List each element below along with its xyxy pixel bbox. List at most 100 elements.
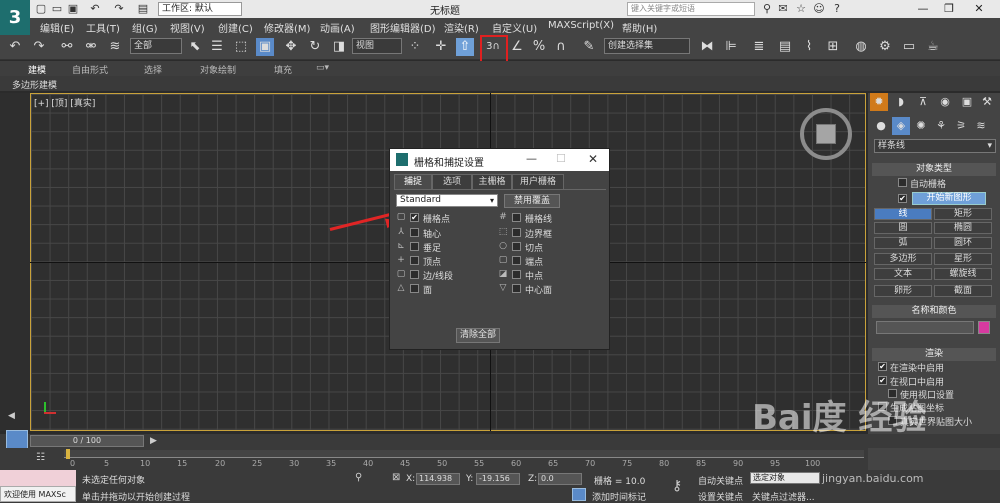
ribbon-tab-object-paint[interactable]: 对象绘制 — [200, 63, 236, 76]
bounding-box-checkbox[interactable] — [512, 228, 521, 237]
pivot-center-icon[interactable]: ⁘ — [406, 38, 424, 56]
tab-user-grids[interactable]: 用户栅格 — [512, 174, 564, 189]
polygon-modeling-label[interactable]: 多边形建模 — [12, 78, 57, 91]
dialog-maximize-button[interactable]: ☐ — [556, 152, 566, 165]
keyboard-shortcut-icon[interactable]: ⇧ — [456, 38, 474, 56]
unlink-icon[interactable]: ⚮ — [82, 38, 100, 56]
maxscript-listener-mini[interactable] — [0, 470, 76, 486]
named-selection-dropdown[interactable]: 创建选择集 — [604, 38, 690, 54]
menu-customize[interactable]: 自定义(U) — [492, 20, 537, 35]
angle-snap-icon[interactable]: ∠ — [508, 38, 526, 56]
display-tab-icon[interactable]: ▣ — [958, 93, 976, 111]
viewcube-face[interactable] — [816, 124, 836, 144]
schematic-view-icon[interactable]: ⊞ — [824, 38, 842, 56]
clear-all-button[interactable]: 清除全部 — [456, 328, 500, 343]
hierarchy-tab-icon[interactable]: ⊼ — [914, 93, 932, 111]
cameras-icon[interactable]: ⚘ — [932, 117, 950, 135]
search-input[interactable]: 键入关键字或短语 — [627, 2, 755, 16]
scale-icon[interactable]: ◨ — [330, 38, 348, 56]
material-editor-icon[interactable]: ◍ — [852, 38, 870, 56]
create-tab-icon[interactable]: ✹ — [870, 93, 888, 111]
move-icon[interactable]: ✥ — [282, 38, 300, 56]
add-time-tag-label[interactable]: 添加时间标记 — [592, 490, 646, 503]
ribbon-options-icon[interactable]: ▭▾ — [316, 63, 329, 73]
center-face-checkbox[interactable] — [512, 284, 521, 293]
window-crossing-icon[interactable]: ▣ — [256, 38, 274, 56]
grid-points-checkbox[interactable]: ✔ — [410, 213, 419, 222]
menu-edit[interactable]: 编辑(E) — [40, 20, 74, 35]
snap-type-dropdown[interactable]: Standard ▾ — [396, 194, 498, 207]
select-by-name-icon[interactable]: ☰ — [208, 38, 226, 56]
modify-tab-icon[interactable]: ◗ — [892, 93, 910, 111]
motion-tab-icon[interactable]: ◉ — [936, 93, 954, 111]
mini-curve-editor-icon[interactable]: ☷ — [36, 452, 45, 463]
y-coord-field[interactable]: -19.156 — [476, 473, 520, 485]
tab-snaps[interactable]: 捕捉 — [394, 174, 432, 189]
select-object-icon[interactable]: ⬉ — [186, 38, 204, 56]
obj-text-button[interactable]: 文本 — [874, 268, 932, 280]
endpoint-checkbox[interactable] — [512, 256, 521, 265]
auto-grid-checkbox[interactable] — [898, 178, 907, 187]
save-icon[interactable]: ▣ — [66, 2, 80, 16]
edit-named-sel-icon[interactable]: ✎ — [580, 38, 598, 56]
user-icon[interactable]: ☺ — [812, 2, 826, 16]
bind-spacewarp-icon[interactable]: ≋ — [106, 38, 124, 56]
menu-animation[interactable]: 动画(A) — [320, 20, 355, 35]
spacewarps-icon[interactable]: ≋ — [972, 117, 990, 135]
tab-options[interactable]: 选项 — [432, 174, 472, 189]
redo-icon[interactable]: ↷ — [30, 38, 48, 56]
help-icon[interactable]: ? — [830, 2, 844, 16]
viewport-label[interactable]: [+] [顶] [真实] — [34, 96, 95, 109]
render-production-icon[interactable]: ☕ — [924, 38, 942, 56]
absolute-mode-icon[interactable]: ⊠ — [392, 472, 400, 483]
obj-egg-button[interactable]: 卵形 — [874, 285, 932, 297]
start-new-shape-button[interactable]: 开始新图形 — [912, 192, 986, 205]
category-dropdown[interactable]: 样条线 ▾ — [874, 139, 996, 153]
track-bar[interactable]: ☷ 0 5 10 15 20 25 30 35 40 45 50 55 60 6… — [0, 448, 868, 470]
lights-icon[interactable]: ✺ — [912, 117, 930, 135]
rendered-frame-icon[interactable]: ▭ — [900, 38, 918, 56]
auto-key-button[interactable]: 自动关键点 — [698, 474, 743, 487]
key-filters-button[interactable]: 关键点过滤器... — [752, 490, 815, 503]
menu-create[interactable]: 创建(C) — [218, 20, 253, 35]
mirror-icon[interactable]: ⧓ — [698, 38, 716, 56]
key-icon[interactable]: ⚷ — [672, 478, 682, 494]
rotate-icon[interactable]: ↻ — [306, 38, 324, 56]
obj-section-button[interactable]: 截面 — [934, 285, 992, 297]
vertex-checkbox[interactable] — [410, 256, 419, 265]
shapes-icon[interactable]: ◈ — [892, 117, 910, 135]
obj-donut-button[interactable]: 圆环 — [934, 237, 992, 249]
disable-override-button[interactable]: 禁用覆盖 — [504, 194, 560, 208]
enable-in-renderer-checkbox[interactable]: ✔ — [878, 362, 887, 371]
menu-view[interactable]: 视图(V) — [170, 20, 205, 35]
new-file-icon[interactable]: ▢ — [34, 2, 48, 16]
close-button[interactable]: ✕ — [966, 1, 992, 17]
time-tag-icon[interactable] — [572, 488, 586, 501]
obj-line-button[interactable]: 线 — [874, 208, 932, 220]
welcome-maxscript[interactable]: 欢迎使用 MAXSc — [0, 486, 76, 502]
menu-help[interactable]: 帮助(H) — [622, 20, 657, 35]
pivot-checkbox[interactable] — [410, 228, 419, 237]
perpendicular-checkbox[interactable] — [410, 242, 419, 251]
undo-icon[interactable]: ↶ — [6, 38, 24, 56]
obj-arc-button[interactable]: 弧 — [874, 237, 932, 249]
object-type-header[interactable]: 对象类型 — [872, 163, 996, 176]
viewcube[interactable] — [800, 108, 852, 160]
scene-explorer-icon[interactable]: ▤ — [776, 38, 794, 56]
selection-filter-dropdown[interactable]: 全部 — [130, 38, 182, 54]
midpoint-checkbox[interactable] — [512, 270, 521, 279]
menu-group[interactable]: 组(G) — [132, 20, 158, 35]
dialog-close-button[interactable]: ✕ — [588, 152, 598, 166]
rendering-header[interactable]: 渲染 — [872, 348, 996, 361]
ribbon-tab-modeling[interactable]: 建模 — [28, 63, 46, 76]
z-coord-field[interactable]: 0.0 — [538, 473, 582, 485]
rect-region-icon[interactable]: ⬚ — [232, 38, 250, 56]
ref-coord-dropdown[interactable]: 视图 — [352, 38, 402, 54]
dialog-titlebar[interactable]: 栅格和捕捉设置 — ☐ ✕ — [390, 149, 609, 171]
link-icon[interactable]: ⚯ — [58, 38, 76, 56]
obj-rectangle-button[interactable]: 矩形 — [934, 208, 992, 220]
undo-icon[interactable]: ↶ — [88, 2, 102, 16]
manipulate-icon[interactable]: ✛ — [432, 38, 450, 56]
open-file-icon[interactable]: ▭ — [50, 2, 64, 16]
community-icon[interactable]: ✉ — [776, 2, 790, 16]
